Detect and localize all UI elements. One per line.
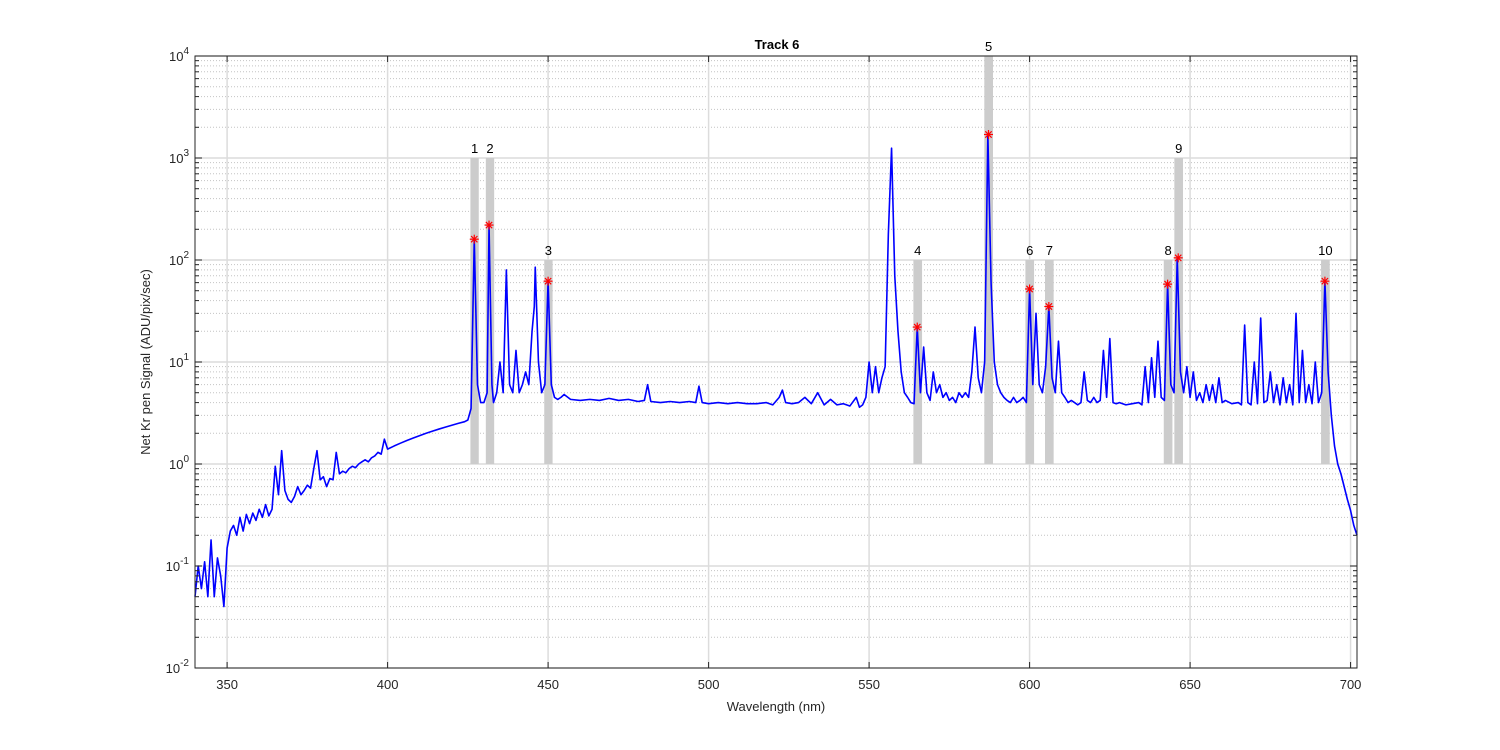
peak-label-1: 1 [471, 141, 478, 156]
peak-label-9: 9 [1175, 141, 1182, 156]
peak-label-10: 10 [1318, 243, 1332, 258]
peak-marker-9 [1173, 253, 1183, 263]
peak-marker-5 [983, 129, 993, 139]
y-tick-base: 10 [166, 559, 180, 574]
peak-label-8: 8 [1164, 243, 1171, 258]
peak-marker-2 [484, 220, 494, 230]
y-tick-base: 10 [169, 457, 183, 472]
x-tick-label-650: 650 [1179, 677, 1201, 692]
y-axis-label: Net Kr pen Signal (ADU/pix/sec) [138, 269, 153, 455]
peak-marker-8 [1163, 279, 1173, 289]
peak-label-6: 6 [1026, 243, 1033, 258]
x-tick-label-500: 500 [698, 677, 720, 692]
peak-band-1 [470, 158, 479, 464]
y-tick-exponent: 0 [183, 454, 189, 465]
peak-label-3: 3 [545, 243, 552, 258]
y-tick-base: 10 [169, 253, 183, 268]
y-tick-base: 10 [166, 661, 180, 676]
y-tick-exponent: -1 [180, 556, 189, 567]
y-tick-exponent: 2 [183, 250, 189, 261]
y-tick-exponent: 3 [183, 148, 189, 159]
peak-marker-4 [912, 322, 922, 332]
peak-marker-10 [1320, 276, 1330, 286]
x-tick-label-550: 550 [858, 677, 880, 692]
chart-title: Track 6 [755, 37, 800, 52]
x-tick-label-600: 600 [1019, 677, 1041, 692]
peak-marker-3 [543, 276, 553, 286]
peak-band-4 [913, 260, 923, 464]
y-tick-exponent: -2 [180, 658, 189, 669]
peak-marker-6 [1025, 284, 1035, 294]
peak-label-5: 5 [985, 39, 992, 54]
x-tick-label-700: 700 [1340, 677, 1362, 692]
y-tick-base: 10 [169, 355, 183, 370]
y-tick-base: 10 [169, 151, 183, 166]
spectrum-figure: Track 6 1 23 456 7 8910 350 400 450 500 550 600 65… [0, 0, 1500, 750]
x-tick-label-350: 350 [216, 677, 238, 692]
x-tick-label-400: 400 [377, 677, 399, 692]
peak-marker-1 [469, 234, 479, 244]
x-axis-label: Wavelength (nm) [727, 699, 826, 714]
peak-label-2: 2 [486, 141, 493, 156]
y-tick-exponent: 4 [183, 46, 189, 57]
peak-marker-7 [1044, 302, 1054, 312]
y-tick-base: 10 [169, 49, 183, 64]
peak-label-4: 4 [914, 243, 921, 258]
peak-label-7: 7 [1046, 243, 1053, 258]
x-tick-label-450: 450 [537, 677, 559, 692]
y-tick-exponent: 1 [183, 352, 189, 363]
